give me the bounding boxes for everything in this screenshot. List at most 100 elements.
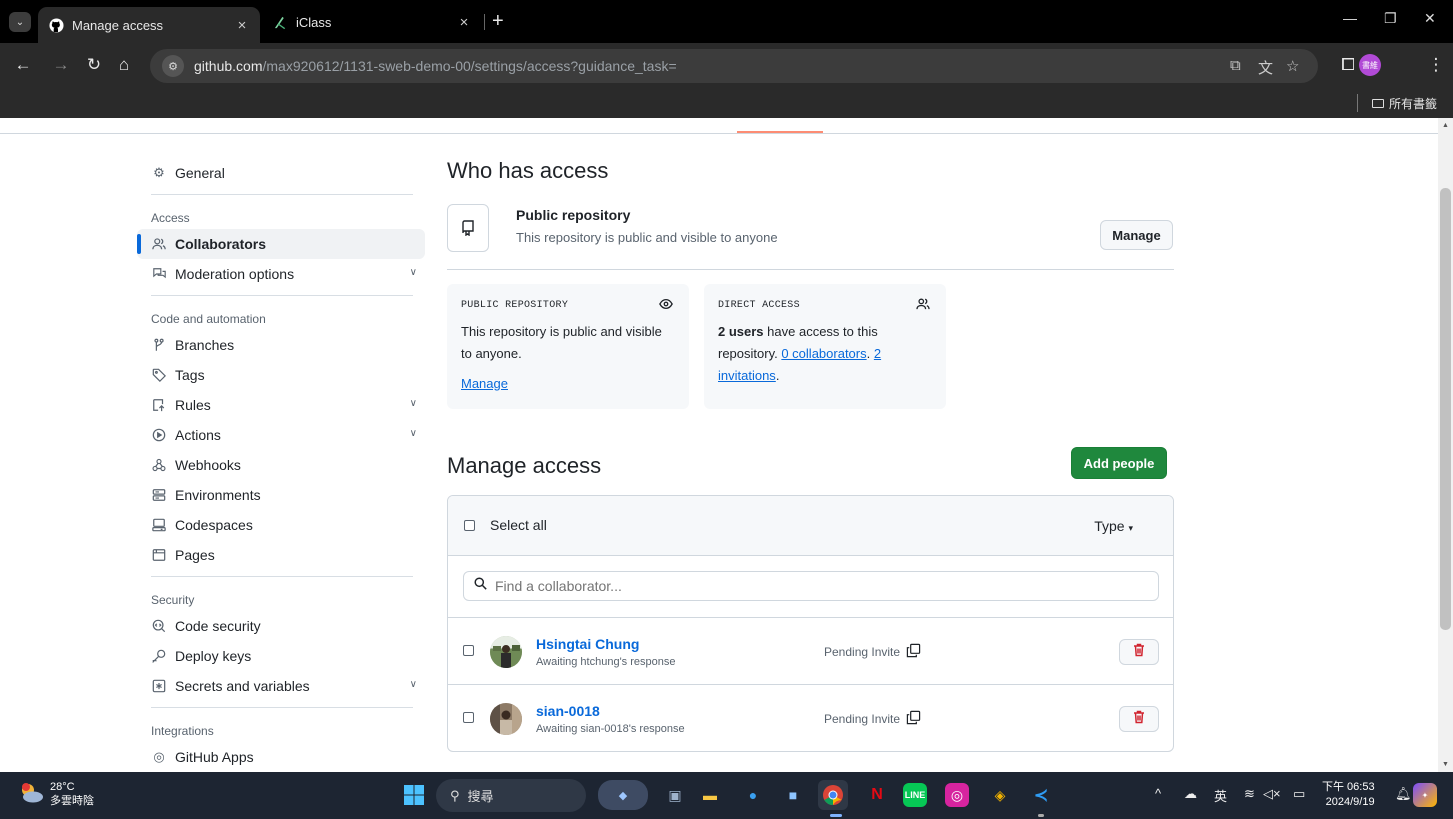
sidebar-item-collaborators[interactable]: Collaborators [137,229,425,259]
sidebar-item-rules[interactable]: Rules ∨ [137,390,425,420]
copilot-icon[interactable]: ✦ [1413,783,1437,807]
weather-widget[interactable]: 28°C 多雲時陰 [18,780,94,808]
scrollbar-thumb[interactable] [1440,188,1451,630]
line-icon[interactable]: LINE [903,783,927,807]
sidebar-item-deploy-keys[interactable]: Deploy keys [137,641,425,671]
copilot-banner-icon[interactable]: ◆ [598,780,648,810]
pending-invite: Pending Invite [824,643,921,661]
url-text: github.com/max920612/1131-sweb-demo-00/s… [194,58,677,74]
sidebar-item-github-apps[interactable]: ◎ GitHub Apps [137,742,425,772]
browser-toolbar: ← → ↻ ⌂ ⚙ github.com/max920612/1131-sweb… [0,43,1453,88]
avatar [490,703,522,735]
sidebar-item-pages[interactable]: Pages [137,540,425,570]
all-bookmarks-button[interactable]: 所有書籤 [1372,95,1437,112]
trash-icon [1133,643,1145,662]
bookmark-star-icon[interactable]: ☆ [1286,57,1299,75]
active-app-indicator [830,814,842,817]
menu-kebab-icon[interactable]: ⋮ [1425,55,1447,75]
sidebar-item-code-security[interactable]: Code security [137,611,425,641]
tab-manage-access[interactable]: Manage access × [38,7,260,43]
extensions-icon[interactable]: ⧠ [1337,55,1359,75]
sidebar-item-moderation[interactable]: Moderation options ∨ [137,259,425,289]
weather-cloud-icon [18,782,44,804]
type-filter-dropdown[interactable]: Type ▾ [1094,518,1133,534]
scroll-up-icon[interactable]: ▲ [1442,122,1449,129]
collaborator-name[interactable]: Hsingtai Chung [536,636,639,652]
remove-collaborator-button[interactable] [1119,639,1159,665]
back-icon[interactable]: ← [12,55,34,75]
select-all-checkbox[interactable] [464,520,475,531]
add-people-button[interactable]: Add people [1071,447,1167,479]
close-window-icon[interactable]: ✕ [1424,10,1436,27]
chrome-icon[interactable] [818,780,848,810]
profile-avatar[interactable]: 書維 [1359,54,1381,76]
codespaces-icon [151,517,167,533]
sidebar-item-general[interactable]: ⚙ General [137,158,425,188]
folder-icon [1372,99,1384,108]
forward-icon[interactable]: → [50,55,72,75]
table-row: sian-0018 Awaiting sian-0018's response … [448,685,1173,751]
collaborators-link[interactable]: 0 collaborators [781,346,866,361]
reload-icon[interactable]: ↻ [83,55,105,75]
task-view-icon[interactable]: ▣ [660,780,690,810]
bookmarks-separator [1357,94,1358,112]
tray-expand-icon[interactable]: ^ [1155,786,1161,801]
page-title: Who has access [447,158,609,183]
restore-icon[interactable]: ❐ [1384,10,1397,27]
onedrive-icon[interactable]: ☁ [1184,786,1197,802]
copy-icon[interactable] [906,710,921,728]
git-app-icon[interactable]: ◈ [985,780,1015,810]
page-scrollbar[interactable]: ▲ ▼ [1438,118,1453,772]
install-app-icon[interactable]: ⧉ [1230,57,1241,74]
netflix-icon[interactable]: N [862,780,892,810]
sidebar-item-codespaces[interactable]: Codespaces [137,510,425,540]
wifi-icon[interactable]: ≋ [1244,786,1255,802]
ime-indicator[interactable]: 英 [1214,786,1227,805]
public-repository-row: Public repository This repository is pub… [447,204,1174,270]
file-explorer-icon[interactable]: ▬ [695,780,725,810]
tab-iclass[interactable]: iClass × [262,7,482,37]
minimize-icon[interactable]: — [1343,10,1357,26]
sidebar-item-actions[interactable]: Actions ∨ [137,420,425,450]
manage-link[interactable]: Manage [461,373,508,395]
instagram-icon[interactable]: ◎ [945,783,969,807]
new-tab-button[interactable]: + [492,10,504,33]
store-icon[interactable]: ■ [778,780,808,810]
scroll-down-icon[interactable]: ▼ [1442,761,1449,768]
table-row: Hsingtai Chung Awaiting htchung's respon… [448,618,1173,685]
row-checkbox[interactable] [463,712,474,723]
copy-icon[interactable] [906,643,921,661]
tab-close-icon[interactable]: × [456,14,472,31]
manage-visibility-button[interactable]: Manage [1100,220,1173,250]
taskbar-clock[interactable]: 下午 06:53 2024/9/19 [1322,780,1375,810]
vscode-icon[interactable]: ≺ [1026,780,1056,810]
tab-close-icon[interactable]: × [234,17,250,34]
card-text: This repository is public and visible to… [461,321,675,395]
sidebar-item-environments[interactable]: Environments [137,480,425,510]
battery-icon[interactable]: ▭ [1293,786,1305,802]
home-icon[interactable]: ⌂ [113,55,135,75]
find-collaborator-input[interactable] [495,578,1095,594]
sidebar-item-tags[interactable]: Tags [137,360,425,390]
asterisk-box-icon [151,678,167,694]
sidebar-heading-security: Security [151,593,195,607]
sidebar-item-secrets[interactable]: Secrets and variables ∨ [137,671,425,701]
edge-browser-icon[interactable]: ● [738,780,768,810]
start-menu-icon[interactable] [399,780,429,810]
tab-search-button[interactable]: ⌄ [9,12,31,32]
row-checkbox[interactable] [463,645,474,656]
collaborator-name[interactable]: sian-0018 [536,703,600,719]
chevron-down-icon: ∨ [409,398,417,409]
address-bar[interactable]: ⚙ github.com/max920612/1131-sweb-demo-00… [150,49,1318,83]
server-icon [151,487,167,503]
taskbar-search-box[interactable]: ⚲ 搜尋 [436,779,586,812]
remove-collaborator-button[interactable] [1119,706,1159,732]
sidebar-item-webhooks[interactable]: Webhooks [137,450,425,480]
site-info-icon[interactable]: ⚙ [162,55,184,77]
eye-icon [659,298,673,313]
volume-muted-icon[interactable]: ◁× [1263,786,1281,802]
translate-icon[interactable]: 文 [1258,57,1273,78]
manage-access-header: Manage access [447,448,1167,480]
notification-bell-icon[interactable]: 🔔︎ [1395,786,1412,802]
sidebar-item-branches[interactable]: Branches [137,330,425,360]
